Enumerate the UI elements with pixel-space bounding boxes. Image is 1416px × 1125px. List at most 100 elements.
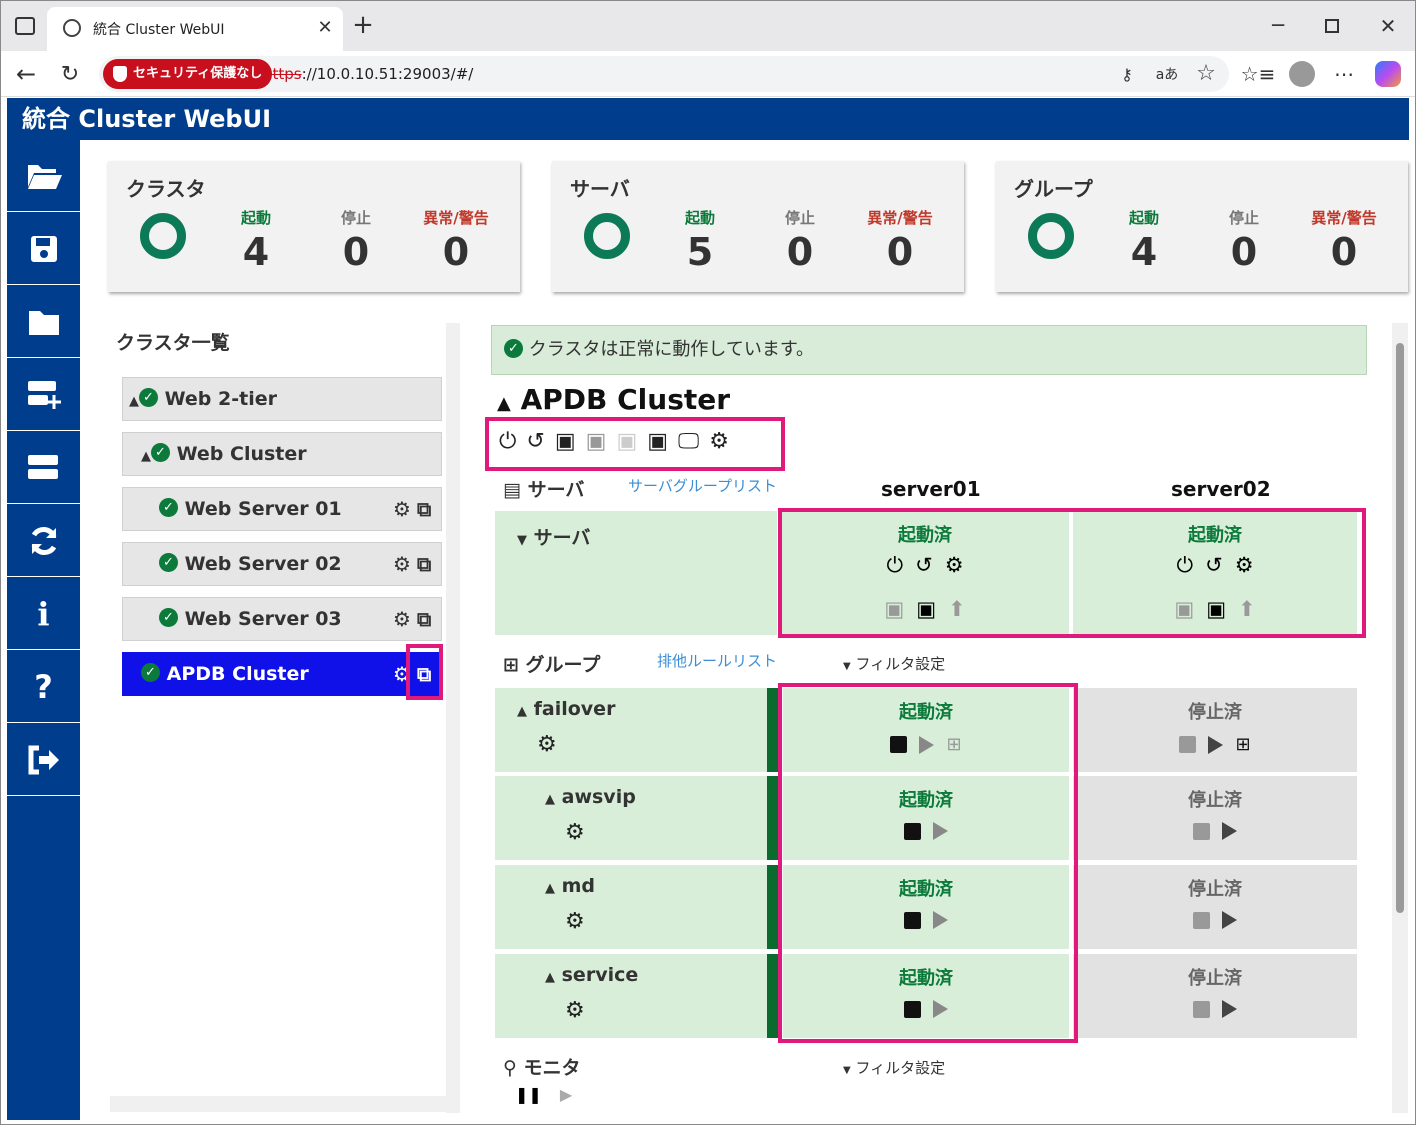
close-tab-icon[interactable]: ✕ xyxy=(315,17,335,38)
refresh-button[interactable] xyxy=(7,505,80,577)
tab-title: 統合 Cluster WebUI xyxy=(93,22,225,38)
read-aloud-icon[interactable]: aあ xyxy=(1155,64,1179,84)
start-icon[interactable] xyxy=(1222,822,1237,840)
alert-text: クラスタは正常に動作しています。 xyxy=(528,339,815,360)
move-group-icon[interactable]: ⊞ xyxy=(1235,734,1250,755)
section-label: サーバ xyxy=(527,479,585,501)
monitor-filter-toggle[interactable]: ▼ フィルタ設定 xyxy=(843,1057,945,1078)
gear-icon[interactable]: ⚙ xyxy=(565,1000,585,1022)
server-group-list-link[interactable]: サーバグループリスト xyxy=(628,475,777,496)
collapse-icon[interactable]: ▲ xyxy=(129,394,139,409)
pause-icon[interactable]: ❚❚ xyxy=(515,1085,542,1104)
group-name[interactable]: ▲ failover xyxy=(517,698,615,720)
group-suspend-icon[interactable]: ▣ xyxy=(647,429,668,454)
start-icon[interactable] xyxy=(1222,911,1237,929)
collapse-icon[interactable]: ▲ xyxy=(141,449,151,464)
group-server02-cell: 停止済 ⊞ xyxy=(1073,688,1357,772)
url-text: https://10.0.10.51:29003/#/ xyxy=(263,65,473,83)
cluster-list-title: クラスタ一覧 xyxy=(116,332,230,354)
server-add-icon xyxy=(27,380,61,409)
tree-item-web-cluster[interactable]: ▲ ✓ Web Cluster xyxy=(122,432,442,476)
monitor-resume-icon[interactable]: 🖵 xyxy=(678,429,699,454)
stopped-label: 停止 xyxy=(1228,209,1259,227)
maximize-icon[interactable] xyxy=(1325,19,1339,33)
logout-icon xyxy=(28,745,59,774)
group-filter-toggle[interactable]: ▼ フィルタ設定 xyxy=(843,653,945,674)
error-label: 異常/警告 xyxy=(867,209,933,227)
tree-item-label: Web Cluster xyxy=(176,443,307,465)
security-warning-badge[interactable]: セキュリティ保護なし xyxy=(103,59,273,89)
scrollbar-thumb[interactable] xyxy=(1396,343,1404,913)
gear-icon[interactable]: ⚙ xyxy=(565,911,585,933)
close-window-icon[interactable]: ✕ xyxy=(1376,14,1400,38)
group-name[interactable]: ▲ service xyxy=(545,964,638,986)
group-status-server02: 停止済 xyxy=(1188,790,1242,811)
gear-icon[interactable]: ⚙ xyxy=(709,429,729,454)
address-bar[interactable]: セキュリティ保護なし https://10.0.10.51:29003/#/ ⚷… xyxy=(99,56,1229,92)
row-label: サーバ xyxy=(533,527,591,549)
tab-bar: 統合 Cluster WebUI ✕ + ─ ✕ xyxy=(1,1,1415,51)
copilot-icon[interactable] xyxy=(1375,61,1401,87)
tree-item-web-server-01[interactable]: ✓ Web Server 01 ⚙ ⧉ xyxy=(122,487,442,531)
server-section-title: ▤ サーバ xyxy=(503,475,584,502)
highlight-server-status xyxy=(778,508,1366,638)
power-icon[interactable]: ⏻ xyxy=(499,429,516,454)
tree-item-web-server-02[interactable]: ✓ Web Server 02 ⚙ ⧉ xyxy=(122,542,442,586)
info-button[interactable]: i xyxy=(7,578,80,650)
profile-avatar[interactable] xyxy=(1289,61,1315,87)
tree-item-web-server-03[interactable]: ✓ Web Server 03 ⚙ ⧉ xyxy=(122,597,442,641)
logout-button[interactable] xyxy=(7,724,80,796)
cluster-summary-card: クラスタ 起動 4 停止 0 異常/警告 0 xyxy=(108,161,520,292)
stop-disabled-icon xyxy=(1193,1000,1210,1018)
gear-icon[interactable]: ⚙ xyxy=(537,734,557,756)
minimize-icon[interactable]: ─ xyxy=(1266,13,1290,37)
group-move-disabled-icon: ▣ xyxy=(616,429,638,454)
gear-icon[interactable]: ⚙ xyxy=(393,598,411,640)
browser-tab[interactable]: 統合 Cluster WebUI ✕ xyxy=(47,7,343,51)
check-icon: ✓ xyxy=(159,498,178,517)
left-scrollbar[interactable] xyxy=(446,323,460,1113)
gear-icon[interactable]: ⚙ xyxy=(393,543,411,585)
start-icon[interactable] xyxy=(1222,1000,1237,1018)
group-name[interactable]: ▲ awsvip xyxy=(545,786,636,808)
reload-icon[interactable]: ↻ xyxy=(57,61,83,87)
group-name[interactable]: ▲ md xyxy=(545,875,595,897)
collapse-icon: ▼ xyxy=(517,533,527,548)
group-server02-cell: 停止済 xyxy=(1073,954,1357,1038)
card-title: グループ xyxy=(1014,177,1093,201)
tree-item-apdb-cluster[interactable]: ✓ APDB Cluster ⚙ ⧉ xyxy=(122,652,442,696)
group-summary-card: グループ 起動 4 停止 0 異常/警告 0 xyxy=(996,161,1408,292)
cluster-name: APDB Cluster xyxy=(520,383,731,416)
external-link-icon[interactable]: ⧉ xyxy=(417,543,431,585)
restart-icon[interactable]: ↺ xyxy=(526,429,544,454)
favorites-list-icon[interactable]: ☆≡ xyxy=(1241,61,1276,87)
sync-icon xyxy=(31,526,56,555)
favorite-star-icon[interactable]: ☆ xyxy=(1195,61,1217,86)
open-folder-button[interactable] xyxy=(7,140,80,212)
more-options-icon[interactable]: ⋯ xyxy=(1331,61,1357,87)
server-list-button[interactable] xyxy=(7,432,80,504)
gear-icon[interactable]: ⚙ xyxy=(565,822,585,844)
tree-item-web-2-tier[interactable]: ▲ ✓ Web 2-tier xyxy=(122,377,442,421)
back-icon[interactable]: ← xyxy=(13,60,39,88)
save-button[interactable] xyxy=(7,213,80,285)
left-h-scrollbar[interactable] xyxy=(110,1096,446,1112)
exclusive-rule-list-link[interactable]: 排他ルールリスト xyxy=(657,650,777,671)
group-stop-icon[interactable]: ▣ xyxy=(555,429,576,454)
start-icon[interactable] xyxy=(1208,735,1224,754)
add-server-button[interactable] xyxy=(7,359,80,431)
folder-button[interactable] xyxy=(7,286,80,358)
tab-actions-icon[interactable] xyxy=(15,17,35,35)
monitor-section-title: ⚲ モニタ xyxy=(503,1053,581,1080)
external-link-icon[interactable]: ⧉ xyxy=(417,488,431,530)
server-row-label[interactable]: ▼ サーバ xyxy=(517,523,590,550)
collapse-icon[interactable]: ▲ xyxy=(497,393,511,414)
key-icon[interactable]: ⚷ xyxy=(1117,64,1137,84)
new-tab-icon[interactable]: + xyxy=(351,10,375,40)
help-button[interactable]: ? xyxy=(7,651,80,723)
right-scrollbar[interactable] xyxy=(1392,323,1408,1113)
external-link-icon[interactable]: ⧉ xyxy=(417,598,431,640)
gear-icon[interactable]: ⚙ xyxy=(393,488,411,530)
collapse-icon: ▲ xyxy=(545,881,555,896)
running-label: 起動 xyxy=(240,209,271,227)
